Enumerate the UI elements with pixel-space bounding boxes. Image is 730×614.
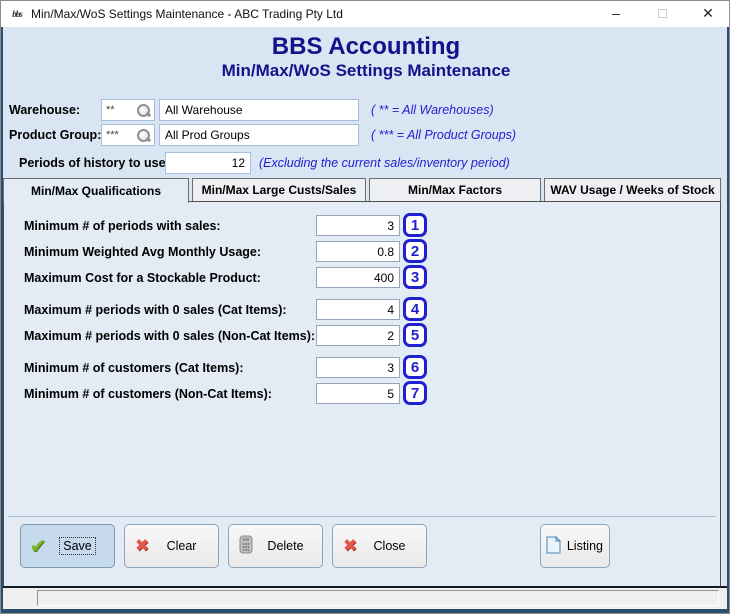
app-name-heading: BBS Accounting — [271, 33, 461, 60]
max-zero-sales-cat-input[interactable] — [316, 299, 400, 320]
close-button-label: Close — [373, 539, 406, 553]
product-group-name-field[interactable] — [159, 124, 359, 146]
maximize-glyph — [657, 9, 667, 18]
screen-name-heading: Min/Max/WoS Settings Maintenance — [221, 61, 511, 80]
title-bar: bbs Min/Max/WoS Settings Maintenance - A… — [1, 1, 729, 27]
min-customers-cat-label: Minimum # of customers (Cat Items): — [24, 361, 244, 375]
max-cost-stockable-input[interactable] — [316, 267, 400, 288]
app-window: bbs Min/Max/WoS Settings Maintenance - A… — [0, 0, 730, 614]
min-weighted-avg-usage-label: Minimum Weighted Avg Monthly Usage: — [24, 245, 262, 259]
eraser-icon — [229, 535, 263, 557]
listing-button[interactable]: Listing — [540, 524, 610, 568]
window-edge-left — [1, 27, 3, 613]
delete-button[interactable]: Delete — [228, 524, 323, 568]
max-zero-sales-noncat-input[interactable] — [316, 325, 400, 346]
clear-button[interactable]: ✖ Clear — [124, 524, 219, 568]
badge-2: 2 — [403, 239, 427, 263]
min-customers-noncat-label: Minimum # of customers (Non-Cat Items): — [24, 387, 272, 401]
badge-6: 6 — [403, 355, 427, 379]
clear-x-icon: ✖ — [134, 536, 150, 555]
window-body: BBS Accounting Min/Max/WoS Settings Main… — [3, 27, 729, 588]
product-group-label: Product Group: — [9, 128, 102, 142]
min-periods-with-sales-label: Minimum # of periods with sales: — [24, 219, 221, 233]
periods-input[interactable] — [165, 152, 251, 174]
status-bar — [3, 586, 727, 609]
tab-wav-usage-weeks-of-stock[interactable]: WAV Usage / Weeks of Stock — [544, 178, 721, 201]
warehouse-code-input[interactable] — [102, 104, 136, 116]
warehouse-search-icon[interactable] — [136, 103, 151, 118]
tab-minmax-factors[interactable]: Min/Max Factors — [369, 178, 541, 201]
warehouse-label: Warehouse: — [9, 103, 81, 117]
minmax-qualifications-panel: Minimum # of periods with sales: 1 Minim… — [3, 201, 721, 587]
min-customers-noncat-input[interactable] — [316, 383, 400, 404]
clear-button-label: Clear — [166, 539, 197, 553]
product-group-code-input[interactable] — [102, 129, 136, 141]
badge-5: 5 — [403, 323, 427, 347]
listing-button-label: Listing — [566, 539, 603, 553]
warehouse-code-lookup[interactable] — [101, 99, 155, 121]
window-title: Min/Max/WoS Settings Maintenance - ABC T… — [31, 7, 343, 21]
button-bar-divider — [8, 516, 716, 517]
product-group-note: ( *** = All Product Groups) — [371, 128, 517, 142]
max-zero-sales-cat-label: Maximum # periods with 0 sales (Cat Item… — [24, 303, 287, 317]
document-icon — [541, 535, 567, 557]
min-periods-with-sales-input[interactable] — [316, 215, 400, 236]
periods-label: Periods of history to use: — [19, 156, 170, 170]
min-customers-cat-input[interactable] — [316, 357, 400, 378]
warehouse-name-field[interactable] — [159, 99, 359, 121]
close-icon[interactable]: ✕ — [691, 1, 725, 27]
product-group-code-lookup[interactable] — [101, 124, 155, 146]
save-button-label: Save — [59, 537, 96, 555]
periods-note: (Excluding the current sales/inventory p… — [259, 156, 510, 170]
app-icon: bbs — [12, 9, 23, 19]
check-icon: ✔ — [29, 535, 47, 558]
delete-button-label: Delete — [267, 539, 304, 553]
badge-3: 3 — [403, 265, 427, 289]
tab-minmax-qualifications[interactable]: Min/Max Qualifications — [3, 178, 189, 203]
tab-strip: Min/Max Qualifications Min/Max Large Cus… — [3, 178, 724, 203]
status-message-box — [37, 590, 719, 606]
tab-minmax-large-custs-sales[interactable]: Min/Max Large Custs/Sales — [192, 178, 366, 201]
badge-7: 7 — [403, 381, 427, 405]
window-edge-right — [727, 27, 729, 613]
minimize-icon[interactable]: – — [599, 1, 633, 27]
window-edge-bottom — [1, 609, 729, 613]
maximize-icon — [645, 1, 679, 27]
max-cost-stockable-label: Maximum Cost for a Stockable Product: — [24, 271, 261, 285]
badge-1: 1 — [403, 213, 427, 237]
close-button[interactable]: ✖ Close — [332, 524, 427, 568]
save-button[interactable]: ✔ Save — [20, 524, 115, 568]
product-group-search-icon[interactable] — [136, 128, 151, 143]
warehouse-note: ( ** = All Warehouses) — [371, 103, 494, 117]
min-weighted-avg-usage-input[interactable] — [316, 241, 400, 262]
badge-4: 4 — [403, 297, 427, 321]
max-zero-sales-noncat-label: Maximum # periods with 0 sales (Non-Cat … — [24, 329, 316, 343]
close-x-icon: ✖ — [342, 536, 358, 555]
